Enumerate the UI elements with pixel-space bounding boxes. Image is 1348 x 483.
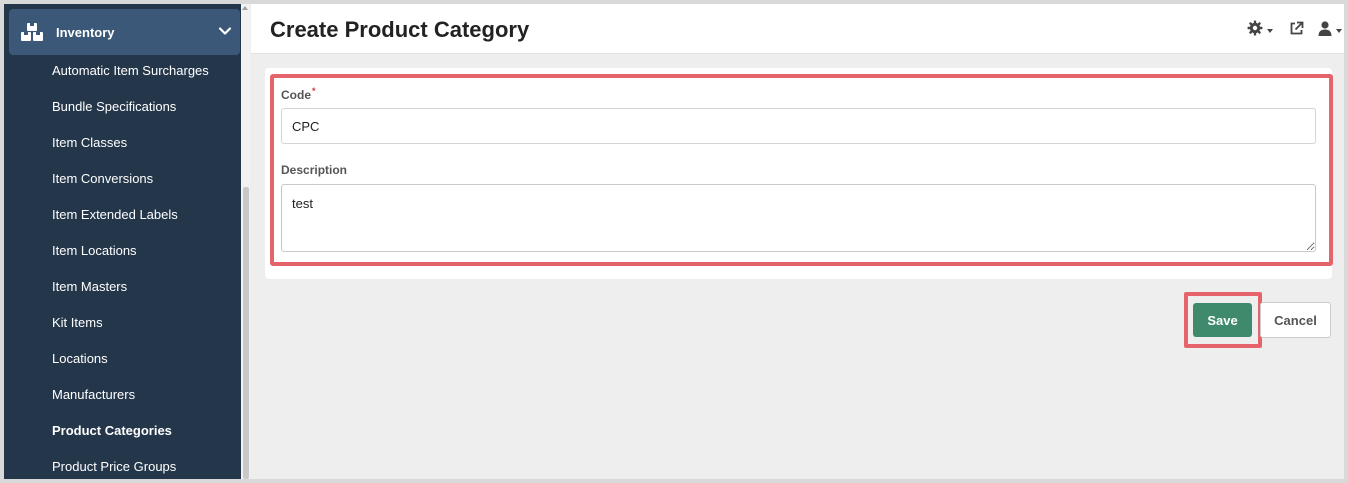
settings-gear-icon bbox=[1247, 20, 1263, 41]
code-label: Code* bbox=[281, 86, 316, 102]
caret-down-icon bbox=[1267, 28, 1273, 33]
description-textarea[interactable]: test bbox=[281, 184, 1316, 252]
page-title: Create Product Category bbox=[270, 17, 530, 42]
sidebar-section-label: Inventory bbox=[56, 24, 115, 40]
page-header: Create Product Category bbox=[251, 4, 1344, 54]
user-icon bbox=[1318, 20, 1332, 41]
chevron-down-icon[interactable] bbox=[218, 24, 232, 38]
description-label: Description bbox=[281, 163, 348, 177]
sidebar: Inventory Automatic Item Surcharges Bundl… bbox=[4, 4, 241, 479]
open-external-button[interactable] bbox=[1289, 21, 1304, 41]
sidebar-menu: Automatic Item Surcharges Bundle Specific… bbox=[4, 53, 241, 479]
settings-menu-button[interactable] bbox=[1247, 20, 1273, 41]
user-menu-button[interactable] bbox=[1318, 20, 1342, 41]
save-button[interactable]: Save bbox=[1193, 303, 1252, 337]
sidebar-section-inventory[interactable]: Inventory bbox=[9, 9, 240, 55]
external-link-icon bbox=[1289, 21, 1304, 41]
sidebar-scrollbar[interactable] bbox=[241, 4, 250, 479]
sidebar-item-item-locations[interactable]: Item Locations bbox=[4, 233, 241, 269]
scrollbar-thumb[interactable] bbox=[243, 187, 249, 479]
sidebar-item-item-extended-labels[interactable]: Item Extended Labels bbox=[4, 197, 241, 233]
sidebar-item-bundle-specifications[interactable]: Bundle Specifications bbox=[4, 89, 241, 125]
sidebar-item-item-conversions[interactable]: Item Conversions bbox=[4, 161, 241, 197]
caret-down-icon bbox=[1336, 28, 1342, 33]
sidebar-item-kit-items[interactable]: Kit Items bbox=[4, 305, 241, 341]
boxes-icon bbox=[21, 21, 47, 43]
code-input[interactable] bbox=[281, 108, 1316, 144]
sidebar-item-product-price-groups[interactable]: Product Price Groups bbox=[4, 449, 241, 479]
sidebar-item-item-masters[interactable]: Item Masters bbox=[4, 269, 241, 305]
sidebar-item-item-classes[interactable]: Item Classes bbox=[4, 125, 241, 161]
sidebar-item-locations[interactable]: Locations bbox=[4, 341, 241, 377]
sidebar-item-automatic-item-surcharges[interactable]: Automatic Item Surcharges bbox=[4, 53, 241, 89]
cancel-button[interactable]: Cancel bbox=[1260, 302, 1331, 338]
scroll-up-arrow-icon[interactable] bbox=[242, 6, 248, 10]
header-toolbar bbox=[1235, 20, 1344, 41]
required-asterisk: * bbox=[312, 86, 316, 96]
sidebar-item-product-categories[interactable]: Product Categories bbox=[4, 413, 241, 449]
sidebar-item-manufacturers[interactable]: Manufacturers bbox=[4, 377, 241, 413]
